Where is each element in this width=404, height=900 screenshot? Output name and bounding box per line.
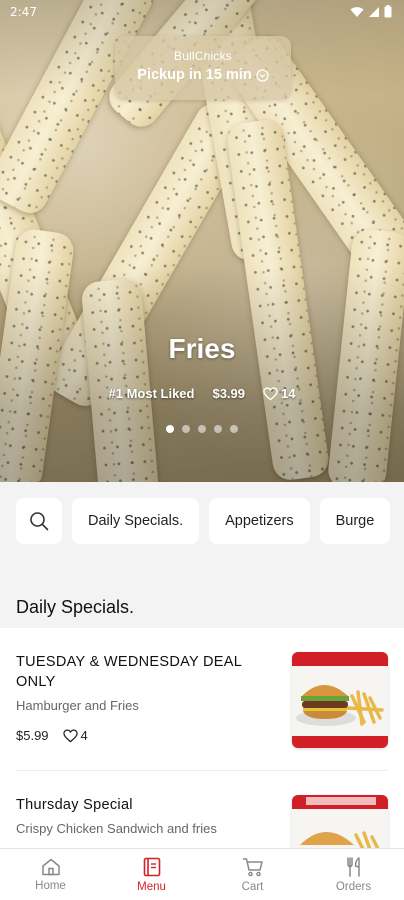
- status-time: 2:47: [10, 5, 37, 19]
- section-header: Daily Specials.: [0, 560, 404, 628]
- menu-item-image[interactable]: [292, 795, 388, 848]
- nav-orders-label: Orders: [335, 880, 372, 893]
- chicken-sandwich-image: [292, 797, 388, 848]
- status-bar: 2:47: [0, 0, 404, 26]
- restaurant-pickup-pill[interactable]: BullChicks Pickup in 15 min: [115, 36, 291, 100]
- search-icon: [30, 512, 49, 531]
- chevron-down-circle-icon: [256, 68, 269, 82]
- nav-orders[interactable]: Orders: [303, 849, 404, 900]
- heart-icon: [263, 386, 278, 401]
- featured-price: $3.99: [212, 386, 246, 401]
- carousel-dot[interactable]: [214, 425, 222, 433]
- nav-menu[interactable]: Menu: [101, 849, 202, 900]
- featured-likes[interactable]: 14: [263, 386, 295, 401]
- wifi-icon: [350, 6, 364, 17]
- carousel-dot[interactable]: [166, 425, 174, 433]
- menu-item-description: Crispy Chicken Sandwich and fries: [16, 821, 217, 836]
- heart-icon: [62, 728, 78, 742]
- cart-icon: [242, 857, 263, 876]
- featured-likes-count: 14: [281, 386, 296, 401]
- category-chip-daily-specials[interactable]: Daily Specials.: [72, 498, 200, 544]
- featured-item-meta: #1 Most Liked $3.99 14: [0, 386, 404, 401]
- burger-fries-image: [292, 666, 388, 736]
- search-button[interactable]: [16, 498, 62, 544]
- fork-knife-icon: [346, 856, 360, 877]
- menu-item-name: TUESDAY & WEDNESDAY DEAL ONLY: [16, 654, 242, 690]
- featured-item-title: Fries: [168, 333, 236, 364]
- nav-cart-label: Cart: [241, 880, 264, 893]
- category-chip-appetizers[interactable]: Appetizers: [209, 498, 310, 544]
- category-chip-burgers[interactable]: Burge: [319, 498, 391, 544]
- menu-book-icon: [143, 857, 160, 876]
- menu-item-description: Hamburger and Fries: [16, 698, 139, 713]
- carousel-dot[interactable]: [198, 425, 206, 433]
- restaurant-name: BullChicks: [173, 49, 232, 63]
- nav-home-label: Home: [35, 879, 66, 892]
- menu-item[interactable]: Thursday Special Crispy Chicken Sandwich…: [16, 770, 388, 848]
- menu-item-likes-count: 4: [80, 728, 88, 743]
- carousel-dot[interactable]: [230, 425, 238, 433]
- section-title: Daily Specials.: [16, 597, 135, 617]
- carousel-indicator[interactable]: [0, 425, 404, 433]
- hero-banner[interactable]: 2:47 BullChicks Pickup in 15 min Fries #…: [0, 0, 404, 482]
- menu-item-price: $5.99: [16, 728, 49, 743]
- signal-icon: [369, 6, 379, 17]
- menu-item-image[interactable]: [292, 652, 388, 748]
- category-bar: Daily Specials. Appetizers Burge: [0, 482, 404, 560]
- nav-home[interactable]: Home: [0, 849, 101, 900]
- carousel-dot[interactable]: [182, 425, 190, 433]
- menu-item-likes[interactable]: 4: [62, 728, 88, 743]
- nav-cart[interactable]: Cart: [202, 849, 303, 900]
- menu-item-name: Thursday Special: [16, 797, 133, 813]
- battery-icon: [384, 5, 392, 18]
- featured-badge: #1 Most Liked: [108, 386, 195, 401]
- bottom-nav: Home Menu Cart Orders: [0, 848, 404, 900]
- menu-item[interactable]: TUESDAY & WEDNESDAY DEAL ONLY Hamburger …: [0, 628, 404, 770]
- home-icon: [41, 858, 60, 875]
- nav-menu-label: Menu: [137, 880, 166, 893]
- menu-list: TUESDAY & WEDNESDAY DEAL ONLY Hamburger …: [0, 628, 404, 848]
- pickup-time: Pickup in 15 min: [137, 67, 252, 83]
